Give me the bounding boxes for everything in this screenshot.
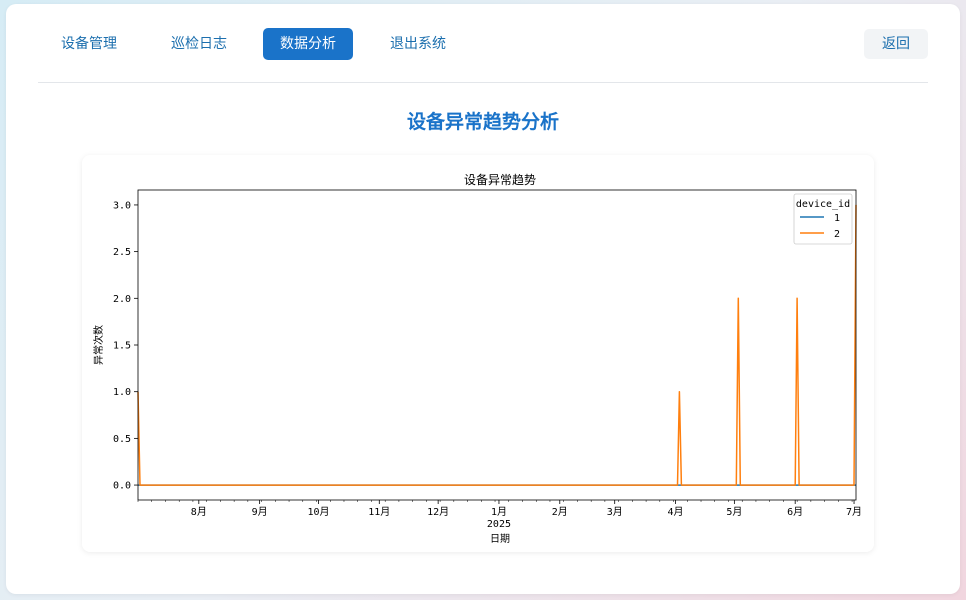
- legend-label-1: 1: [834, 213, 840, 224]
- x-tick-label: 3月: [607, 506, 623, 518]
- x-tick-label: 8月: [191, 506, 207, 518]
- nav-logout[interactable]: 退出系统: [373, 28, 463, 60]
- chart-title: 设备异常趋势: [464, 173, 536, 187]
- top-nav: 设备管理 巡检日志 数据分析 退出系统 返回: [38, 28, 928, 64]
- y-tick-label: 1.5: [113, 341, 131, 352]
- y-tick-label: 1.0: [113, 387, 131, 398]
- x-tick-label: 9月: [252, 506, 268, 518]
- x-tick-label: 7月: [846, 506, 862, 518]
- y-axis-label: 异常次数: [92, 325, 105, 365]
- x-tick-label: 11月: [368, 506, 390, 518]
- nav-inspection-log[interactable]: 巡检日志: [154, 28, 244, 60]
- chart-card: 设备异常趋势 异常次数 日期 0.0 0.5 1.0 1.5 2.0 2.5 3.0 8月 9月…: [82, 155, 874, 552]
- x-tick-label: 6月: [787, 506, 803, 518]
- y-tick-label: 0.0: [113, 481, 131, 492]
- plot-frame: [137, 189, 857, 501]
- trend-chart: 设备异常趋势 异常次数 日期 0.0 0.5 1.0 1.5 2.0 2.5 3.0 8月 9月…: [92, 173, 862, 545]
- plot-area: 0.0 0.5 1.0 1.5 2.0 2.5 3.0 8月 9月 10月 11月 12月 1月 2月 3月…: [113, 189, 862, 530]
- y-tick-label: 3.0: [113, 200, 131, 211]
- y-tick-label: 0.5: [113, 434, 131, 445]
- x-axis-label: 日期: [490, 533, 510, 545]
- y-tick-label: 2.0: [113, 294, 131, 305]
- x-tick-label: 1月: [491, 506, 507, 518]
- x-tick-label: 2月: [552, 506, 568, 518]
- x-tick-label: 5月: [726, 506, 742, 518]
- nav-data-analysis[interactable]: 数据分析: [263, 28, 353, 60]
- back-button[interactable]: 返回: [864, 29, 928, 59]
- legend-label-2: 2: [834, 229, 840, 240]
- x-tick-label: 10月: [307, 506, 329, 518]
- page-title: 设备异常趋势分析: [406, 111, 559, 133]
- x-year-label: 2025: [487, 519, 511, 530]
- legend-title: device_id: [796, 199, 850, 210]
- divider: [38, 82, 928, 83]
- series-line-2: [137, 204, 857, 486]
- nav-device-management[interactable]: 设备管理: [44, 28, 134, 60]
- x-tick-label: 12月: [427, 506, 449, 518]
- x-tick-label: 4月: [668, 506, 684, 518]
- y-tick-label: 2.5: [113, 247, 131, 258]
